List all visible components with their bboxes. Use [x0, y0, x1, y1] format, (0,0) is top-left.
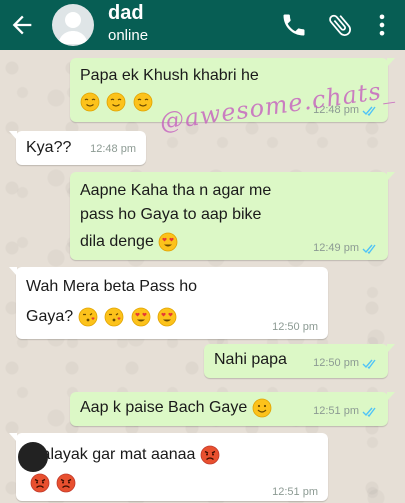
read-ticks-icon	[362, 359, 376, 369]
back-arrow-icon[interactable]	[8, 11, 36, 39]
message-time: 12:50 pm	[272, 321, 318, 333]
kissing-face-icon	[104, 307, 124, 327]
contact-status: online	[108, 27, 149, 44]
message-meta: 12:50 pm	[272, 321, 318, 334]
default-avatar-icon	[58, 12, 88, 44]
chat-header: dad online	[0, 0, 405, 50]
message-meta: 12:51 pm	[313, 405, 378, 418]
message-text-with-emoji: Aap k paise Bach Gaye	[80, 396, 274, 420]
message-meta: 12:49 pm	[313, 242, 378, 255]
read-ticks-icon	[362, 244, 376, 254]
message-text: Aapne Kaha tha n agar me	[80, 182, 272, 199]
bubble-tail	[387, 58, 395, 67]
bubble-tail	[387, 172, 395, 181]
heart-eyes-face-icon	[157, 307, 177, 327]
relieved-face-icon	[107, 92, 126, 112]
paperclip-icon[interactable]	[326, 11, 354, 39]
floating-overlay-button[interactable]	[18, 442, 48, 472]
angry-face-icon	[57, 473, 76, 493]
message-text: Papa ek Khush khabri he	[80, 67, 259, 84]
message-text-with-emoji: Gaya?	[26, 305, 179, 329]
message-text: Gaya?	[26, 308, 74, 325]
bubble-tail	[9, 267, 17, 276]
outgoing-message[interactable]: Aapne Kaha tha n agar me pass ho Gaya to…	[70, 172, 395, 260]
message-text: Wah Mera beta Pass ho	[26, 278, 198, 295]
relieved-face-icon	[133, 92, 153, 112]
message-text: Kya??	[26, 139, 72, 156]
angry-face-icon	[200, 445, 220, 465]
message-text: dila denge	[80, 233, 154, 250]
message-meta: 12:50 pm	[313, 357, 378, 370]
outgoing-message[interactable]: Nahi papa 12:50 pm	[204, 344, 395, 378]
incoming-message[interactable]: Kya?? 12:48 pm	[9, 131, 146, 165]
message-text-with-emoji: Nalayak gar mat aanaa	[30, 443, 222, 467]
message-emojis	[80, 90, 155, 114]
message-meta: 12:51 pm	[272, 486, 318, 499]
smiling-face-icon	[252, 398, 272, 418]
bubble-tail	[387, 344, 395, 353]
message-text: Nalayak gar mat aanaa	[30, 446, 196, 463]
message-text: pass ho Gaya to aap bike	[80, 206, 262, 223]
phone-icon[interactable]	[280, 11, 308, 39]
outgoing-message[interactable]: Aap k paise Bach Gaye 12:51 pm	[70, 392, 395, 426]
relieved-face-icon	[80, 92, 100, 112]
incoming-message[interactable]: Wah Mera beta Pass ho Gaya? 12:50 pm	[9, 267, 328, 339]
message-text-with-emoji: dila denge	[80, 230, 180, 254]
message-text: Aap k paise Bach Gaye	[80, 399, 248, 416]
bubble-tail	[9, 433, 17, 442]
message-text: Nahi papa	[214, 351, 287, 368]
message-meta: 12:48 pm	[90, 143, 136, 156]
heart-eyes-face-icon	[131, 307, 150, 327]
angry-face-icon	[30, 473, 50, 493]
incoming-message[interactable]: Nalayak gar mat aanaa 12:51 pm	[9, 433, 328, 501]
message-time: 12:51 pm	[313, 405, 359, 417]
read-ticks-icon	[362, 407, 376, 417]
bubble-tail	[387, 392, 395, 401]
message-time: 12:50 pm	[313, 357, 359, 369]
contact-name[interactable]: dad	[108, 2, 144, 24]
kissing-face-icon	[78, 307, 97, 327]
message-emojis	[30, 471, 78, 495]
avatar[interactable]	[52, 4, 94, 46]
heart-eyes-face-icon	[158, 232, 178, 252]
message-time: 12:49 pm	[313, 242, 359, 254]
message-time: 12:48 pm	[90, 143, 136, 155]
more-options-icon[interactable]	[368, 11, 396, 39]
bubble-tail	[9, 131, 17, 140]
message-time: 12:51 pm	[272, 486, 318, 498]
